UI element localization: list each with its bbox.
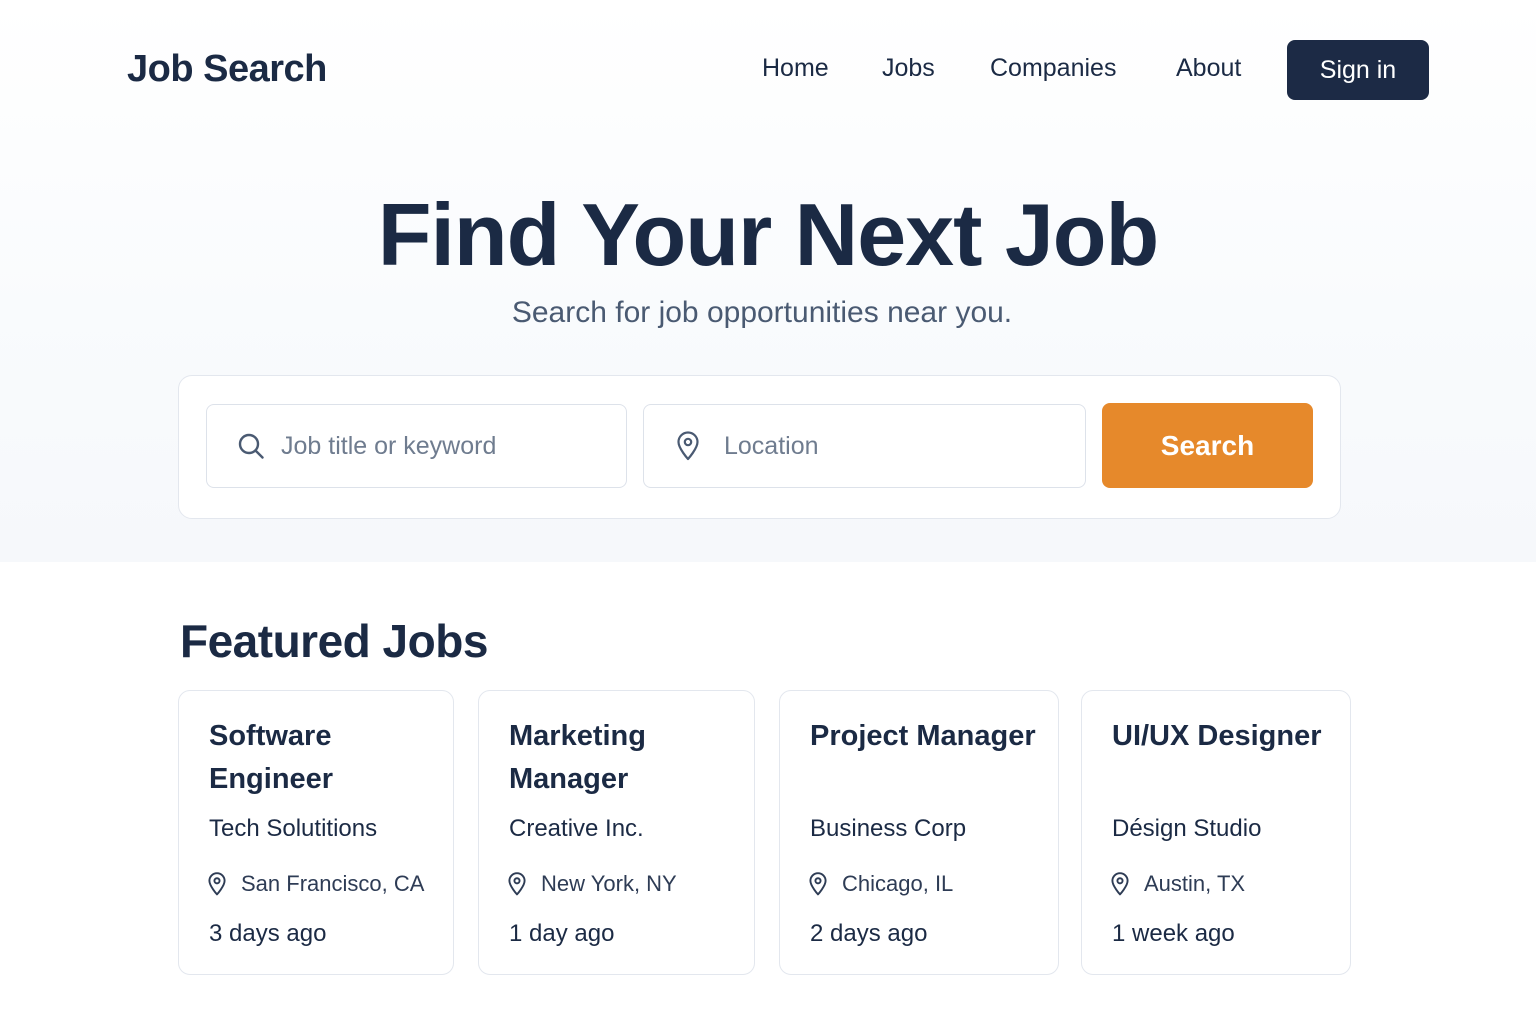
- job-company: Business Corp: [810, 815, 967, 842]
- job-location: New York, NY: [507, 871, 677, 897]
- job-location: Chicago, IL: [808, 871, 953, 897]
- featured-jobs-title: Featured Jobs: [180, 615, 488, 667]
- map-pin-icon: [1110, 872, 1130, 896]
- keyword-field[interactable]: [206, 404, 627, 488]
- job-card[interactable]: Software Engineer Tech Solutitions San F…: [178, 690, 454, 975]
- map-pin-icon: [676, 431, 700, 461]
- job-location-text: Austin, TX: [1144, 871, 1246, 896]
- job-title[interactable]: Marketing Manager: [509, 715, 749, 801]
- job-posted: 1 week ago: [1112, 920, 1235, 947]
- job-title[interactable]: Software Engineer: [209, 715, 449, 801]
- page-title: Find Your Next Job: [377, 185, 1160, 284]
- job-card[interactable]: Project Manager Business Corp Chicago, I…: [779, 690, 1059, 975]
- nav-about[interactable]: About: [1176, 54, 1241, 83]
- sign-in-button[interactable]: Sign in: [1287, 40, 1429, 100]
- job-location-text: Chicago, IL: [842, 871, 954, 896]
- job-card[interactable]: UI/UX Designer Désign Studio Austin, TX …: [1081, 690, 1351, 975]
- map-pin-icon: [507, 872, 527, 896]
- job-title[interactable]: Project Manager: [810, 715, 1060, 758]
- search-button[interactable]: Search: [1102, 403, 1313, 488]
- search-panel: Search: [178, 375, 1341, 519]
- page-subtitle: Search for job opportunities near you.: [511, 296, 1013, 329]
- location-input[interactable]: [724, 431, 1085, 461]
- nav-companies[interactable]: Companies: [990, 54, 1116, 83]
- map-pin-icon: [808, 872, 828, 896]
- job-location: Austin, TX: [1110, 871, 1245, 897]
- job-posted: 1 day ago: [509, 920, 615, 947]
- job-card[interactable]: Marketing Manager Creative Inc. New York…: [478, 690, 755, 975]
- job-posted: 3 days ago: [209, 920, 327, 947]
- nav-jobs[interactable]: Jobs: [882, 54, 935, 83]
- keyword-input[interactable]: [281, 431, 626, 461]
- location-field[interactable]: [643, 404, 1086, 488]
- job-company: Désign Studio: [1112, 815, 1262, 842]
- job-title[interactable]: UI/UX Designer: [1112, 715, 1352, 758]
- job-posted: 2 days ago: [810, 920, 928, 947]
- job-company: Creative Inc.: [509, 815, 644, 842]
- job-location-text: New York, NY: [541, 871, 677, 896]
- search-icon: [237, 432, 265, 460]
- job-location: San Francisco, CA: [207, 871, 424, 897]
- job-location-text: San Francisco, CA: [241, 871, 425, 896]
- nav-home[interactable]: Home: [762, 54, 829, 83]
- map-pin-icon: [207, 872, 227, 896]
- job-company: Tech Solutitions: [209, 815, 378, 842]
